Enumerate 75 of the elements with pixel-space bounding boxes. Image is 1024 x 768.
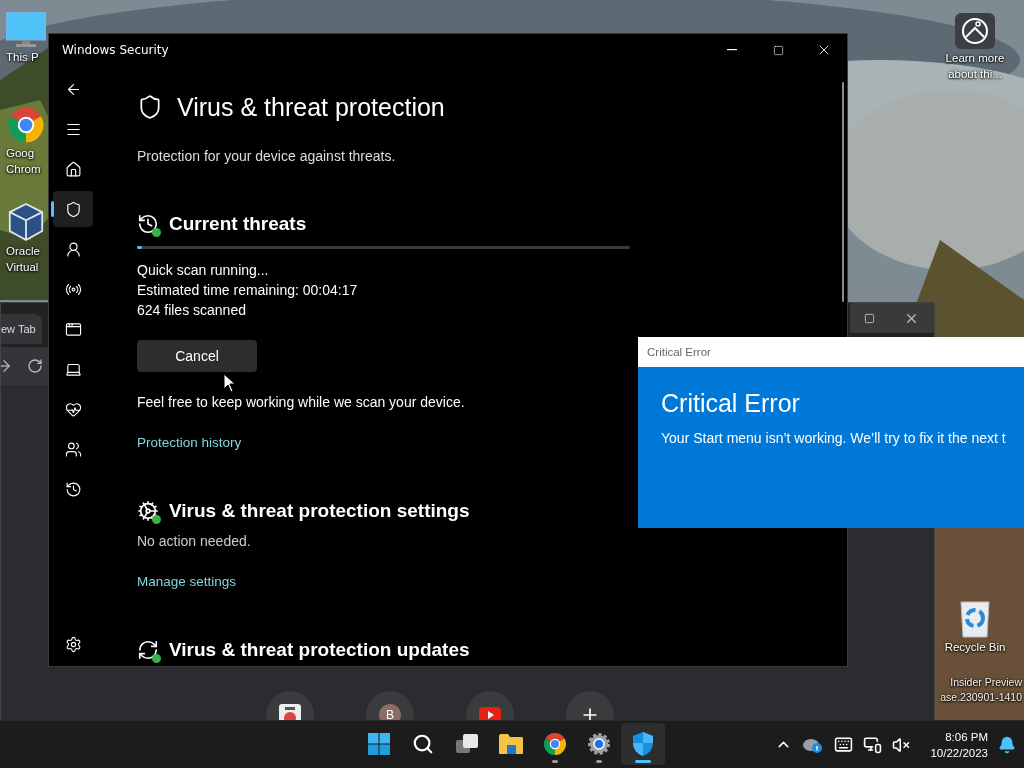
page-subtitle: Protection for your device against threats. [137, 147, 396, 166]
bell-icon [998, 735, 1016, 754]
folder-icon [498, 733, 524, 755]
browser-tab[interactable]: ew Tab [1, 314, 42, 344]
search-icon [412, 733, 434, 755]
desktop-icon-label: Goog [6, 146, 35, 160]
monitor-phone-icon [863, 735, 883, 754]
build-watermark-text: Insider Preview [950, 675, 1022, 690]
keyboard-button[interactable] [834, 735, 854, 754]
dialog-message: Your Start menu isn’t working. We’ll try to fix it the next t [661, 430, 1007, 446]
volume-muted-icon [892, 735, 911, 754]
gear-icon [587, 732, 611, 756]
mouse-pointer-icon [223, 373, 237, 393]
clock-check-icon [137, 213, 159, 235]
person-icon [64, 240, 82, 258]
keyboard-icon [834, 735, 854, 754]
history-icon [64, 480, 82, 498]
section-link[interactable]: Manage settings [137, 572, 237, 592]
home-icon [64, 160, 82, 178]
desktop-icon-label: Virtual [6, 260, 39, 274]
shortcut-tile[interactable]: B [366, 691, 414, 720]
scan-status-text: 624 files scanned [137, 301, 247, 320]
page-title: Virus & threat protection [177, 92, 445, 122]
desktop-icon-label: Oracle [6, 244, 40, 258]
volume-button[interactable] [892, 735, 911, 754]
refresh-check-icon [137, 639, 159, 661]
section-heading: Virus & threat protection updates [169, 639, 470, 661]
maximize-button[interactable] [850, 303, 888, 333]
section-heading: Current threats [169, 213, 307, 235]
reload-icon [27, 358, 43, 374]
section-heading: Virus & threat protection settings [169, 500, 470, 522]
desktop-icon-label: This P [6, 50, 39, 64]
recycle-bin-icon[interactable] [958, 598, 992, 638]
desktop-icon-label: Learn more [945, 51, 1005, 65]
build-watermark-text: ase.230901-1410 [940, 690, 1022, 705]
windows-logo-icon [367, 732, 391, 756]
shield-icon [137, 94, 163, 120]
clock-date[interactable]: 10/22/2023 [930, 744, 988, 761]
monitor-icon[interactable] [6, 12, 46, 48]
reload-button[interactable] [27, 358, 43, 374]
chrome-icon [543, 732, 567, 756]
letter-avatar: B [379, 704, 401, 720]
chrome-icon[interactable] [7, 106, 45, 144]
maximize-icon [772, 44, 784, 56]
network-button[interactable] [863, 735, 883, 754]
maximize-icon [863, 312, 875, 324]
window-icon [64, 320, 82, 338]
shield-icon [64, 200, 82, 218]
people-icon [64, 440, 82, 458]
cube-icon[interactable] [8, 202, 44, 242]
desktop-icon-label: Chrom [6, 162, 41, 176]
section-link[interactable]: Protection history [137, 433, 242, 453]
notifications-button[interactable] [998, 735, 1016, 754]
status-text: No action needed. [137, 532, 251, 551]
clock-time[interactable]: 8:06 PM [945, 728, 988, 745]
desktop-icon-label: Recycle Bin [944, 640, 1006, 654]
task-view-icon [455, 733, 479, 755]
video-play-icon [479, 707, 501, 720]
cancel-button[interactable]: Cancel [137, 340, 257, 372]
scan-status-text: Quick scan running... [137, 261, 270, 280]
scroll-bar[interactable] [842, 82, 844, 302]
minimize-icon [727, 49, 737, 51]
heart-pulse-icon [64, 400, 82, 418]
dialog-heading: Critical Error [661, 389, 801, 418]
virus-protection-nav-item[interactable] [53, 191, 93, 227]
scan-note: Feel free to keep working while we scan your device. [137, 393, 465, 412]
site-favicon-icon [279, 704, 301, 720]
dialog-title: Critical Error [647, 346, 711, 358]
scan-status-text: Estimated time remaining: 00:04:17 [137, 281, 358, 300]
security-taskbar-button[interactable] [621, 723, 665, 765]
gear-check-icon [137, 500, 159, 522]
shield-icon [631, 731, 655, 757]
settings-icon [64, 635, 82, 653]
window-title: Windows Security [61, 43, 169, 57]
desktop-icon-label: about thi... [948, 67, 1002, 81]
